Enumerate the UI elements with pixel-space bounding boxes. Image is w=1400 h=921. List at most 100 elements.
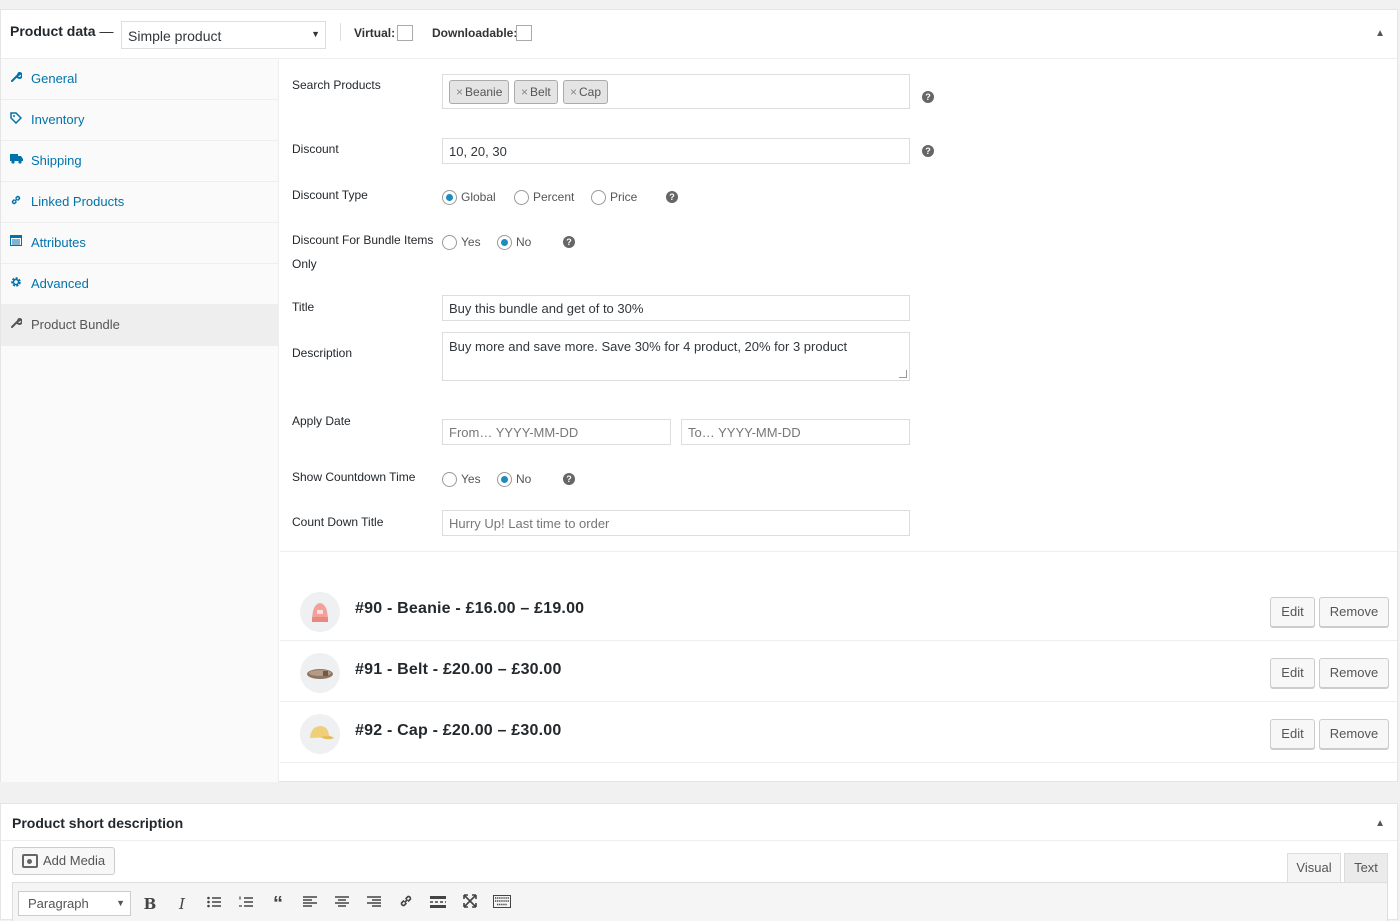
numbered-list-icon[interactable] (235, 893, 257, 915)
radio-button[interactable] (514, 190, 529, 205)
countdown-title-label: Count Down Title (292, 515, 384, 529)
description-textarea[interactable]: Buy more and save more. Save 30% for 4 p… (442, 332, 910, 381)
discount-input[interactable]: 10, 20, 30 (442, 138, 910, 164)
product-bundle-content: Search Products × Beanie × Belt × Cap ? Dis… (280, 59, 1397, 782)
radio-label: Percent (533, 190, 575, 204)
italic-icon[interactable]: I (171, 893, 193, 915)
radio-label: Price (610, 190, 638, 204)
align-left-icon[interactable] (299, 893, 321, 915)
keyboard-icon[interactable] (491, 893, 513, 915)
media-icon (22, 854, 38, 868)
remove-button[interactable]: Remove (1319, 658, 1389, 688)
help-icon[interactable]: ? (563, 236, 575, 248)
edit-button[interactable]: Edit (1270, 658, 1315, 688)
description-value: Buy more and save more. Save 30% for 4 p… (449, 339, 848, 354)
product-tag[interactable]: × Belt (514, 80, 558, 104)
radio-button[interactable] (591, 190, 606, 205)
tab-label: Product Bundle (31, 317, 120, 332)
radio-label: No (516, 235, 532, 249)
bold-icon[interactable]: B (139, 893, 161, 915)
help-icon[interactable]: ? (922, 91, 934, 103)
remove-tag-icon[interactable]: × (456, 85, 463, 99)
remove-tag-icon[interactable]: × (521, 85, 528, 99)
radio-label: Global (461, 190, 496, 204)
bundle-item: #91 - Belt - £20.00 – £30.00 Edit Remove (280, 641, 1397, 702)
virtual-label: Virtual: (354, 26, 396, 40)
tab-product-bundle[interactable]: Product Bundle (1, 305, 278, 346)
title-input[interactable]: Buy this bundle and get of to 30% (442, 295, 910, 321)
remove-button[interactable]: Remove (1319, 719, 1389, 749)
product-data-tabs: General Inventory Shipping Linked Produc… (1, 59, 279, 782)
downloadable-label: Downloadable: (432, 26, 518, 40)
cap-thumbnail (300, 714, 340, 754)
header-divider (340, 23, 341, 41)
apply-date-from-input[interactable]: From… YYYY-MM-DD (442, 419, 671, 445)
read-more-icon[interactable] (427, 893, 449, 915)
belt-thumbnail (300, 653, 340, 693)
tab-visual[interactable]: Visual (1287, 853, 1341, 883)
resize-handle-icon[interactable] (899, 370, 907, 378)
virtual-checkbox[interactable] (397, 25, 413, 41)
gear-icon (10, 276, 22, 291)
tab-attributes[interactable]: Attributes (1, 223, 278, 264)
edit-button[interactable]: Edit (1270, 597, 1315, 627)
wrench-icon (10, 317, 23, 332)
tag-label: Cap (579, 85, 602, 99)
format-value: Paragraph (28, 896, 89, 911)
tab-label: Advanced (31, 276, 89, 291)
format-select[interactable]: Paragraph ▼ (18, 891, 131, 916)
countdown-label: Show Countdown Time (292, 470, 416, 484)
add-media-button[interactable]: Add Media (12, 847, 115, 875)
help-icon[interactable]: ? (922, 145, 934, 157)
apply-date-to-input[interactable]: To… YYYY-MM-DD (681, 419, 910, 445)
discount-label: Discount (292, 142, 339, 156)
panel-divider (1, 840, 1397, 841)
bundle-item-title: #91 - Belt - £20.00 – £30.00 (355, 661, 562, 678)
tab-label: Attributes (31, 235, 86, 250)
bundle-item: #90 - Beanie - £16.00 – £19.00 Edit Remo… (280, 580, 1397, 641)
tab-label: Linked Products (31, 194, 125, 209)
search-products-field[interactable]: × Beanie × Belt × Cap (442, 74, 910, 109)
collapse-arrow-icon[interactable]: ▲ (1375, 28, 1385, 39)
collapse-arrow-icon[interactable]: ▲ (1375, 818, 1385, 829)
radio-button[interactable] (442, 472, 457, 487)
tab-general[interactable]: General (1, 59, 278, 100)
bullet-list-icon[interactable] (203, 893, 225, 915)
tab-advanced[interactable]: Advanced (1, 264, 278, 305)
align-right-icon[interactable] (363, 893, 385, 915)
product-tag[interactable]: × Beanie (449, 80, 510, 104)
radio-button[interactable] (497, 235, 512, 250)
radio-button[interactable] (497, 472, 512, 487)
countdown-title-input[interactable]: Hurry Up! Last time to order (442, 510, 910, 536)
short-description-panel: Product short description ▲ Add Media Vi… (0, 803, 1398, 921)
align-center-icon[interactable] (331, 893, 353, 915)
chevron-down-icon: ▼ (311, 29, 320, 39)
link-icon[interactable] (395, 893, 417, 915)
help-icon[interactable]: ? (563, 473, 575, 485)
title-dash: — (99, 23, 114, 39)
tab-label: Shipping (31, 153, 82, 168)
radio-label: No (516, 472, 532, 486)
tab-inventory[interactable]: Inventory (1, 100, 278, 141)
product-type-select[interactable]: Simple product ▼ (121, 21, 326, 49)
edit-button[interactable]: Edit (1270, 719, 1315, 749)
bundle-item-title: #92 - Cap - £20.00 – £30.00 (355, 722, 562, 739)
product-data-header: Product data — Simple product ▼ Virtual:… (1, 10, 1397, 59)
tag-label: Belt (530, 85, 551, 99)
radio-button[interactable] (442, 190, 457, 205)
downloadable-checkbox[interactable] (516, 25, 532, 41)
radio-button[interactable] (442, 235, 457, 250)
title-label: Title (292, 300, 315, 314)
product-tag[interactable]: × Cap (563, 80, 609, 104)
tab-shipping[interactable]: Shipping (1, 141, 278, 182)
top-strip (0, 0, 1400, 9)
wrench-icon (10, 71, 23, 86)
help-icon[interactable]: ? (666, 191, 678, 203)
product-data-panel: Product data — Simple product ▼ Virtual:… (0, 9, 1398, 782)
remove-tag-icon[interactable]: × (570, 85, 577, 99)
tab-text[interactable]: Text (1344, 853, 1388, 883)
fullscreen-icon[interactable] (459, 893, 481, 915)
remove-button[interactable]: Remove (1319, 597, 1389, 627)
tab-linked-products[interactable]: Linked Products (1, 182, 278, 223)
blockquote-icon[interactable]: “ (267, 893, 289, 915)
